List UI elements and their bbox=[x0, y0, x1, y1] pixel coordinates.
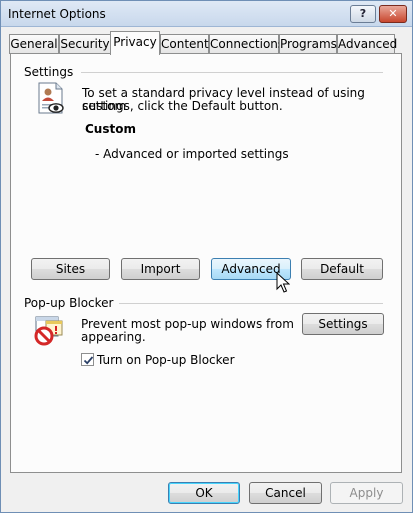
popup-separator bbox=[119, 303, 383, 304]
popup-blocker-checkbox[interactable] bbox=[81, 353, 94, 366]
mouse-cursor-icon bbox=[276, 271, 291, 297]
privacy-level-detail: - Advanced or imported settings bbox=[95, 147, 289, 161]
apply-button[interactable]: Apply bbox=[330, 482, 403, 504]
popup-blocker-icon bbox=[34, 314, 66, 349]
ok-button[interactable]: OK bbox=[168, 482, 240, 504]
tab-connections[interactable]: Connections bbox=[209, 34, 284, 54]
popup-group-label: Pop-up Blocker bbox=[24, 296, 114, 310]
sites-button[interactable]: Sites bbox=[31, 258, 110, 280]
privacy-level-title: Custom bbox=[85, 122, 136, 136]
settings-group-label: Settings bbox=[24, 65, 74, 79]
tab-programs[interactable]: Programs bbox=[279, 34, 337, 54]
internet-options-dialog: Internet Options ? ✕ General Security Pr… bbox=[0, 0, 413, 513]
window-title: Internet Options bbox=[8, 7, 106, 21]
tab-content[interactable]: Content bbox=[160, 34, 209, 54]
settings-separator bbox=[81, 72, 383, 73]
privacy-document-icon bbox=[37, 82, 65, 119]
help-button[interactable]: ? bbox=[350, 5, 376, 23]
popup-description-line2: appearing. bbox=[81, 330, 146, 344]
tab-privacy[interactable]: Privacy bbox=[110, 31, 160, 55]
tab-general[interactable]: General bbox=[9, 34, 59, 54]
settings-description-line2: settings, click the Default button. bbox=[82, 99, 283, 113]
cancel-button[interactable]: Cancel bbox=[249, 482, 322, 504]
tab-advanced[interactable]: Advanced bbox=[337, 34, 397, 54]
close-button[interactable]: ✕ bbox=[379, 5, 407, 23]
title-bar[interactable]: Internet Options ? ✕ bbox=[1, 1, 412, 27]
import-button[interactable]: Import bbox=[121, 258, 200, 280]
privacy-panel: Settings To set a standard privacy level… bbox=[10, 53, 402, 473]
default-button[interactable]: Default bbox=[301, 258, 383, 280]
popup-blocker-checkbox-label[interactable]: Turn on Pop-up Blocker bbox=[97, 354, 235, 367]
checkmark-icon bbox=[83, 356, 94, 365]
popup-settings-button[interactable]: Settings bbox=[302, 313, 384, 335]
tab-security[interactable]: Security bbox=[59, 34, 111, 54]
